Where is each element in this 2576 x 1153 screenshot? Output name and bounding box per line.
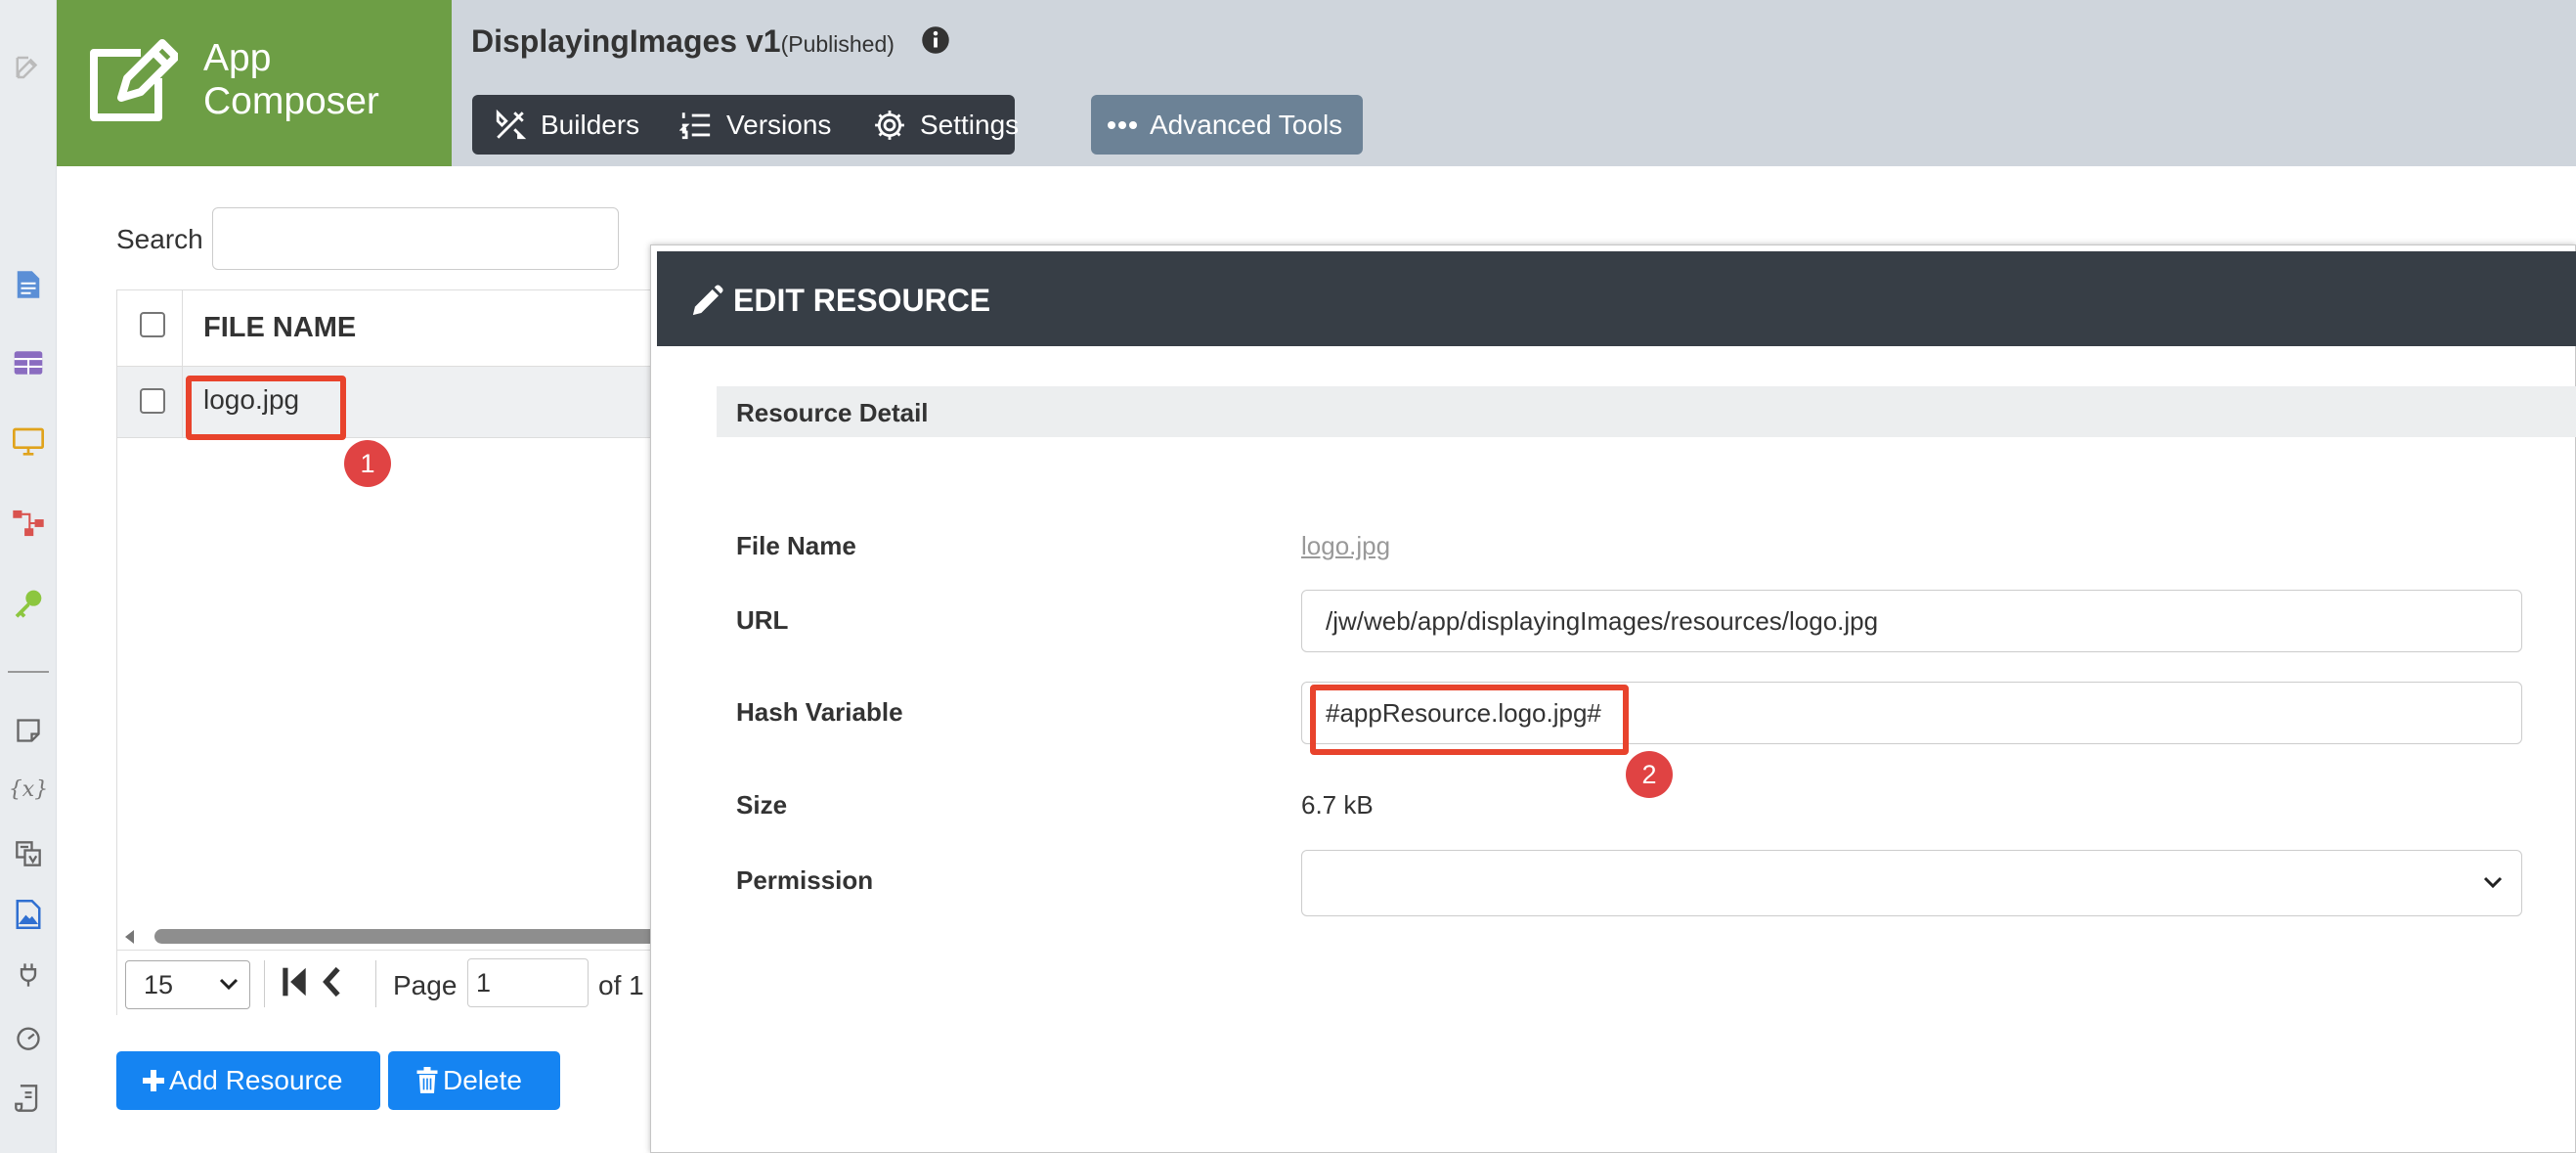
app-composer-brand[interactable]: App Composer: [57, 0, 452, 166]
plugin-icon[interactable]: [12, 958, 45, 992]
tab-builders[interactable]: Builders: [494, 95, 639, 155]
userview-icon[interactable]: [12, 424, 45, 458]
first-page-icon[interactable]: [282, 966, 307, 998]
tab-versions-label: Versions: [726, 109, 832, 140]
tab-settings[interactable]: Settings: [873, 95, 1019, 155]
edit-icon[interactable]: [12, 51, 45, 84]
note-icon[interactable]: [12, 714, 45, 747]
delete-label: Delete: [443, 1065, 522, 1095]
page-total: of 1: [598, 970, 644, 1000]
highlight-box-hash: [1310, 685, 1629, 755]
tab-builders-label: Builders: [541, 109, 640, 140]
logs-icon[interactable]: [12, 1082, 45, 1115]
annotation-badge-2: 2: [1626, 751, 1673, 798]
search-label: Search: [116, 224, 203, 254]
page-size-select[interactable]: 15: [125, 960, 250, 1009]
key-icon[interactable]: [12, 587, 45, 620]
permission-label: Permission: [736, 865, 874, 895]
edit-square-icon: [84, 39, 178, 125]
top-bar: DisplayingImages v1(Published) Builders …: [452, 0, 2576, 166]
annotation-badge-1: 1: [344, 440, 391, 487]
row-checkbox[interactable]: [140, 388, 165, 414]
brand-title: App Composer: [203, 37, 379, 122]
app-title: DisplayingImages v1(Published): [471, 23, 895, 60]
translate-icon[interactable]: [12, 837, 45, 870]
dialog-header: EDIT RESOURCE: [657, 251, 2576, 346]
app-status: (Published): [780, 31, 895, 57]
performance-icon[interactable]: [12, 1021, 45, 1054]
composer-tabs: Builders Versions Settings: [472, 95, 1019, 155]
size-label: Size: [736, 790, 788, 820]
pencil-icon: [690, 285, 723, 318]
scroll-left-arrow[interactable]: [125, 930, 134, 944]
trash-icon: [415, 1067, 439, 1094]
section-header: Resource Detail: [717, 386, 2576, 437]
search-input[interactable]: [212, 207, 619, 270]
form-icon[interactable]: [12, 268, 45, 301]
chevron-down-icon: [218, 976, 240, 992]
resource-icon[interactable]: [12, 898, 45, 931]
add-resource-label: Add Resource: [169, 1065, 343, 1095]
size-value: 6.7 kB: [1301, 790, 1374, 820]
highlight-box-file: [186, 376, 346, 440]
process-icon[interactable]: [12, 507, 45, 540]
add-resource-button[interactable]: Add Resource: [116, 1051, 380, 1110]
url-field[interactable]: /jw/web/app/displayingImages/resources/l…: [1301, 590, 2522, 652]
dialog-title: EDIT RESOURCE: [733, 283, 991, 318]
app-name: DisplayingImages v1: [471, 23, 781, 59]
pager: 15 Page 1 of 1: [117, 950, 665, 1016]
column-divider: [182, 290, 183, 367]
page-size-value: 15: [144, 969, 174, 999]
delete-button[interactable]: Delete: [388, 1051, 560, 1110]
grid-header: FILE NAME: [117, 290, 665, 367]
rail-divider: [8, 671, 49, 673]
gear-icon: [873, 109, 906, 142]
ellipsis-icon: [1107, 120, 1138, 130]
file-name-column-header[interactable]: FILE NAME: [203, 312, 356, 344]
builder-tools-icon: [494, 109, 527, 142]
advanced-tools-label: Advanced Tools: [1150, 109, 1343, 140]
permission-select[interactable]: [1301, 850, 2522, 916]
page-number-input[interactable]: 1: [467, 958, 589, 1007]
advanced-tools-button[interactable]: Advanced Tools: [1091, 95, 1363, 155]
previous-page-icon[interactable]: [321, 966, 342, 998]
tab-settings-label: Settings: [920, 109, 1020, 140]
column-divider: [182, 367, 183, 438]
section-title: Resource Detail: [736, 398, 929, 427]
plus-icon: [142, 1069, 165, 1092]
chevron-down-icon: [2482, 874, 2504, 890]
pager-divider: [264, 960, 265, 1007]
left-icon-rail: {x}: [0, 0, 57, 1153]
variables-icon[interactable]: {x}: [9, 773, 48, 806]
scrollbar-thumb[interactable]: [154, 929, 665, 944]
list-icon: [679, 109, 713, 142]
file-name-label: File Name: [736, 531, 856, 560]
pager-divider: [375, 960, 376, 1007]
select-all-checkbox[interactable]: [140, 312, 165, 337]
horizontal-scrollbar[interactable]: [117, 924, 665, 950]
hash-variable-label: Hash Variable: [736, 697, 903, 727]
tab-versions[interactable]: Versions: [679, 95, 831, 155]
datalist-icon[interactable]: [12, 346, 45, 379]
page-label: Page: [393, 970, 458, 1000]
url-label: URL: [736, 605, 789, 635]
file-name-link[interactable]: logo.jpg: [1301, 531, 1390, 561]
info-icon[interactable]: [921, 25, 950, 55]
